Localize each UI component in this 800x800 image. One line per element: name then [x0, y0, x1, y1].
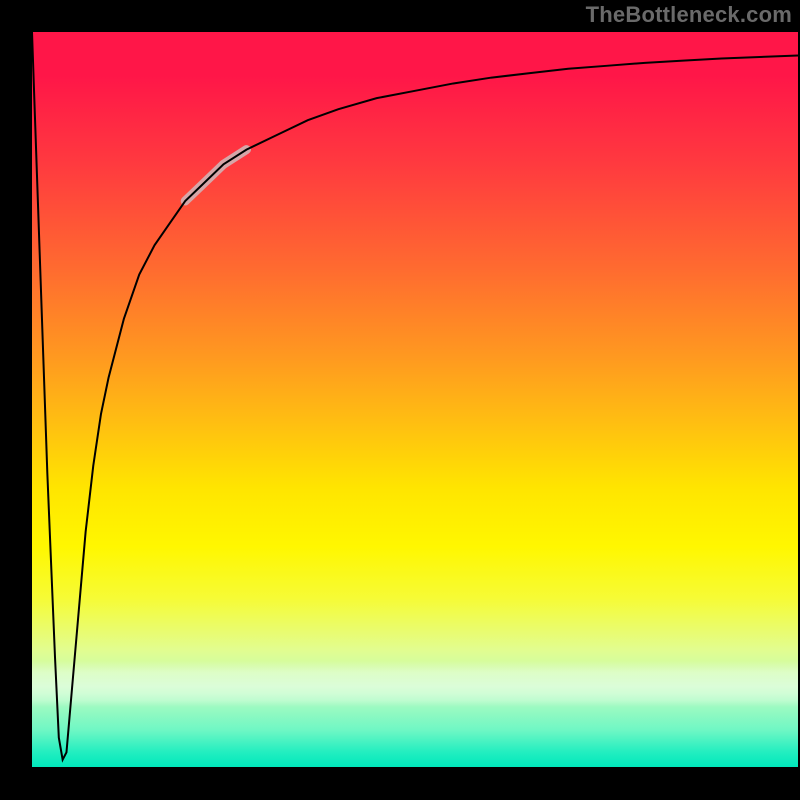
bottleneck-curve-line [32, 32, 798, 760]
chart-frame: TheBottleneck.com [0, 0, 800, 800]
chart-svg [32, 32, 798, 767]
plot-area [32, 32, 798, 767]
watermark-text: TheBottleneck.com [586, 2, 792, 28]
